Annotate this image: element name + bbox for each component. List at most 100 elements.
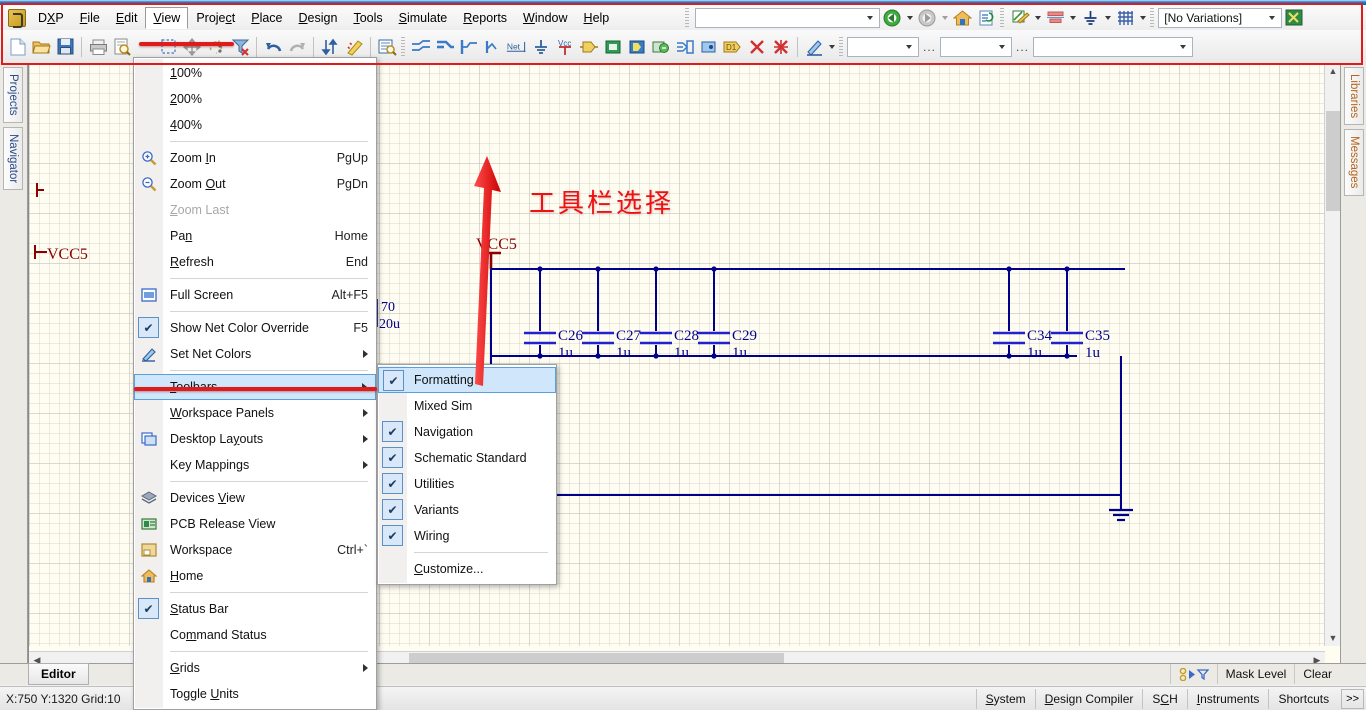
editor-tab[interactable]: Editor bbox=[28, 663, 89, 685]
no-erc-icon[interactable]: D1 bbox=[722, 36, 744, 58]
status-panel-sch[interactable]: SCH bbox=[1142, 689, 1186, 709]
utilities-chevron-icon[interactable] bbox=[1032, 7, 1043, 29]
menu-simulate[interactable]: Simulate bbox=[391, 7, 456, 29]
clear-mask-button[interactable]: Clear bbox=[1294, 664, 1340, 684]
menu-reports[interactable]: Reports bbox=[455, 7, 515, 29]
bus-entry-icon[interactable] bbox=[458, 36, 480, 58]
redo-icon[interactable] bbox=[286, 36, 308, 58]
status-panel-shortcuts[interactable]: Shortcuts bbox=[1268, 689, 1338, 709]
formatting-overflow-dots[interactable]: ... bbox=[919, 40, 940, 54]
alignment-chevron-icon[interactable] bbox=[1067, 7, 1078, 29]
menu-item-full-screen[interactable]: Full Screen Alt+F5 bbox=[134, 282, 376, 308]
device-sheet-icon[interactable] bbox=[650, 36, 672, 58]
right-tab-messages[interactable]: Messages bbox=[1344, 129, 1364, 195]
font-combo[interactable] bbox=[847, 37, 919, 57]
menu-item-home[interactable]: Home bbox=[134, 563, 376, 589]
menu-item-command-status[interactable]: Command Status bbox=[134, 622, 376, 648]
status-panel-more-button[interactable]: >> bbox=[1341, 689, 1364, 709]
toolbar-grip[interactable] bbox=[1000, 8, 1004, 28]
net-label-icon[interactable]: Net bbox=[506, 36, 528, 58]
home-icon[interactable] bbox=[951, 7, 973, 29]
menu-item-workspace[interactable]: Workspace Ctrl+` bbox=[134, 537, 376, 563]
sheet-symbol-icon[interactable] bbox=[602, 36, 624, 58]
menu-item-zoom-200[interactable]: 200% bbox=[134, 86, 376, 112]
toolbar-grip[interactable] bbox=[685, 8, 689, 28]
right-tab-libraries[interactable]: Libraries bbox=[1344, 67, 1364, 125]
grid-chevron-icon[interactable] bbox=[1137, 7, 1148, 29]
submenu-item-utilities[interactable]: ✔ Utilities bbox=[378, 471, 556, 497]
move-icon[interactable] bbox=[181, 36, 203, 58]
status-panel-system[interactable]: System bbox=[976, 689, 1035, 709]
scroll-up-button[interactable]: ▲ bbox=[1325, 63, 1340, 79]
project-selector-combo[interactable] bbox=[695, 8, 880, 28]
port-icon[interactable] bbox=[698, 36, 720, 58]
net-label-tool-icon[interactable] bbox=[482, 36, 504, 58]
mask-filter-icon[interactable] bbox=[1170, 664, 1217, 684]
menu-place[interactable]: Place bbox=[243, 7, 290, 29]
left-tab-navigator[interactable]: Navigator bbox=[3, 127, 23, 190]
part-icon[interactable] bbox=[578, 36, 600, 58]
delete-all-cross-icon[interactable] bbox=[770, 36, 792, 58]
menu-item-pan[interactable]: Pan Home bbox=[134, 223, 376, 249]
color-combo[interactable] bbox=[1033, 37, 1193, 57]
open-folder-icon[interactable] bbox=[30, 36, 52, 58]
vertical-scroll-thumb[interactable] bbox=[1326, 111, 1340, 211]
menu-item-workspace-panels[interactable]: Workspace Panels bbox=[134, 400, 376, 426]
menu-item-desktop-layouts[interactable]: Desktop Layouts bbox=[134, 426, 376, 452]
submenu-item-mixed-sim[interactable]: Mixed Sim bbox=[378, 393, 556, 419]
forward-arrow-icon[interactable] bbox=[916, 7, 938, 29]
vertical-scrollbar[interactable]: ▲ ▼ bbox=[1324, 63, 1340, 646]
harness-icon[interactable] bbox=[674, 36, 696, 58]
select-area-icon[interactable] bbox=[157, 36, 179, 58]
scroll-down-button[interactable]: ▼ bbox=[1325, 630, 1340, 646]
status-panel-design-compiler[interactable]: Design Compiler bbox=[1035, 689, 1143, 709]
menu-item-toggle-units[interactable]: Toggle Units bbox=[134, 681, 376, 707]
menu-item-zoom-in[interactable]: Zoom In PgUp bbox=[134, 145, 376, 171]
menu-view[interactable]: View bbox=[145, 7, 188, 29]
toolbar-grip[interactable] bbox=[401, 37, 405, 57]
new-document-icon[interactable] bbox=[6, 36, 28, 58]
undo-icon[interactable] bbox=[262, 36, 284, 58]
menu-design[interactable]: Design bbox=[291, 7, 346, 29]
utilities-icon[interactable] bbox=[1009, 7, 1031, 29]
formatting-overflow-dots-2[interactable]: ... bbox=[1012, 40, 1033, 54]
style-combo[interactable] bbox=[940, 37, 1012, 57]
power-icon[interactable] bbox=[1079, 7, 1101, 29]
menu-help[interactable]: Help bbox=[576, 7, 618, 29]
inspector-icon[interactable] bbox=[376, 36, 398, 58]
alignment-icon[interactable] bbox=[1044, 7, 1066, 29]
menu-item-zoom-out[interactable]: Zoom Out PgDn bbox=[134, 171, 376, 197]
power-chevron-icon[interactable] bbox=[1102, 7, 1113, 29]
menu-item-status-bar[interactable]: ✔ Status Bar bbox=[134, 596, 376, 622]
toolbar-grip[interactable] bbox=[839, 37, 843, 57]
menu-file[interactable]: File bbox=[72, 7, 108, 29]
submenu-item-variants[interactable]: ✔ Variants bbox=[378, 497, 556, 523]
print-preview-icon[interactable] bbox=[111, 36, 133, 58]
submenu-item-wiring[interactable]: ✔ Wiring bbox=[378, 523, 556, 549]
submenu-item-schematic-standard[interactable]: ✔ Schematic Standard bbox=[378, 445, 556, 471]
toolbar-grip[interactable] bbox=[1150, 8, 1154, 28]
menu-item-grids[interactable]: Grids bbox=[134, 655, 376, 681]
refresh-icon[interactable] bbox=[975, 7, 997, 29]
delete-cross-icon[interactable] bbox=[746, 36, 768, 58]
view-dropdown-menu[interactable]: 100% 200% 400% Zoom In PgUp bbox=[133, 57, 377, 710]
pen-chevron-icon[interactable] bbox=[826, 36, 837, 58]
menu-dxp[interactable]: DXP bbox=[30, 7, 72, 29]
menu-edit[interactable]: Edit bbox=[108, 7, 146, 29]
menu-tools[interactable]: Tools bbox=[345, 7, 390, 29]
submenu-item-formatting[interactable]: ✔ Formatting bbox=[378, 367, 556, 393]
menu-item-key-mappings[interactable]: Key Mappings bbox=[134, 452, 376, 478]
clear-filter-icon[interactable] bbox=[229, 36, 251, 58]
menu-item-devices-view[interactable]: Devices View bbox=[134, 485, 376, 511]
menu-window[interactable]: Window bbox=[515, 7, 575, 29]
submenu-item-navigation[interactable]: ✔ Navigation bbox=[378, 419, 556, 445]
sheet-entry-icon[interactable] bbox=[626, 36, 648, 58]
left-tab-projects[interactable]: Projects bbox=[3, 67, 23, 123]
menu-item-set-net-colors[interactable]: Set Net Colors bbox=[134, 341, 376, 367]
pen-icon[interactable] bbox=[803, 36, 825, 58]
menu-item-zoom-400[interactable]: 400% bbox=[134, 112, 376, 138]
menu-item-show-net-color-override[interactable]: ✔ Show Net Color Override F5 bbox=[134, 315, 376, 341]
bus-icon[interactable] bbox=[434, 36, 456, 58]
mask-level-button[interactable]: Mask Level bbox=[1217, 664, 1295, 684]
sort-icon[interactable] bbox=[319, 36, 341, 58]
